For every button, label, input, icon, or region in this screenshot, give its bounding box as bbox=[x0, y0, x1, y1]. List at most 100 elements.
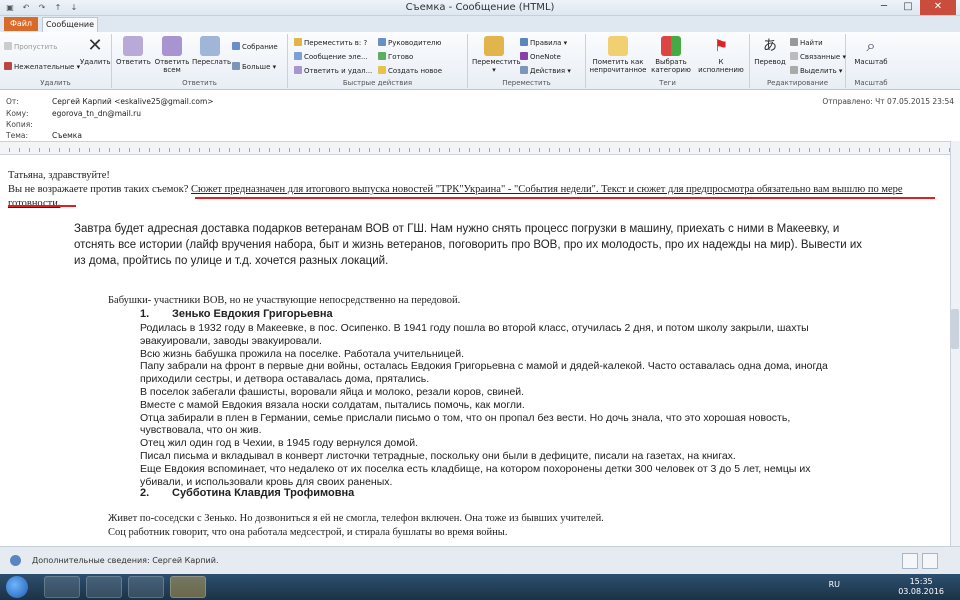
clock-time: 15:35 bbox=[909, 577, 933, 586]
minimize-button[interactable]: ─ bbox=[872, 0, 896, 15]
rules-button[interactable]: Правила ▾ bbox=[520, 38, 567, 48]
group-label-zoom: Масштаб bbox=[854, 79, 888, 87]
related-icon bbox=[790, 52, 798, 60]
list-number-1: 1. bbox=[140, 308, 150, 320]
flag-icon: ⚑ bbox=[713, 36, 729, 55]
story-line: Папу забрали на фронт в первые дни войны… bbox=[140, 360, 828, 386]
close-button[interactable]: ✕ bbox=[920, 0, 956, 15]
ribbon: Пропустить Нежелательные ▾ ✕ Удалить Удал… bbox=[0, 32, 960, 90]
group-label-quick-steps: Быстрые действия bbox=[342, 79, 413, 87]
story-line: Писал письма и вкладывал в конверт листо… bbox=[140, 449, 736, 462]
person-arrow-icon bbox=[378, 38, 386, 46]
quick-steps-group: Переместить в: ? Сообщение эле... Ответи… bbox=[288, 34, 468, 88]
story-block: Родилась в 1932 году в Макеевке, в пос. … bbox=[140, 322, 840, 488]
envelope-icon bbox=[608, 36, 628, 56]
quickstep-move-to[interactable]: Переместить в: ? bbox=[294, 38, 367, 48]
categories-icon bbox=[661, 36, 681, 56]
rules-icon bbox=[520, 38, 528, 46]
zoom-group: ⌕ Масштаб Масштаб bbox=[846, 34, 896, 88]
group-label-tags: Теги bbox=[659, 79, 676, 87]
quickstep-manager[interactable]: Руководителю bbox=[378, 38, 441, 48]
from-value[interactable]: Сергей Карпий <eskalive25@gmail.com> bbox=[52, 97, 214, 106]
outlook-message-window: ▣ ↶ ↷ ↑ ↓ Съемка - Сообщение (HTML) ─ □ … bbox=[0, 0, 960, 574]
internet-explorer-icon[interactable] bbox=[44, 576, 80, 598]
start-button[interactable] bbox=[6, 576, 28, 598]
tags-group: Пометить как непрочитанное Выбрать катег… bbox=[586, 34, 750, 88]
quickstep-create-new[interactable]: Создать новое bbox=[378, 66, 442, 76]
followup-button[interactable]: ⚑ К исполнению bbox=[696, 36, 746, 74]
quickstep-done[interactable]: Готово bbox=[378, 52, 413, 62]
onenote-button[interactable]: OneNote bbox=[520, 52, 561, 62]
lightning-icon bbox=[378, 66, 386, 74]
actions-button[interactable]: Действия ▾ bbox=[520, 66, 571, 76]
list-number-2: 2. bbox=[140, 487, 150, 499]
onenote-icon bbox=[520, 52, 528, 60]
reply-button[interactable]: Ответить bbox=[116, 36, 151, 66]
taskbar: RU 15:35 03.08.2016 bbox=[0, 574, 960, 600]
translate-icon: あ bbox=[763, 38, 777, 54]
chrome-icon[interactable] bbox=[128, 576, 164, 598]
related-button[interactable]: Связанные ▾ bbox=[790, 52, 846, 62]
check-icon bbox=[378, 52, 386, 60]
find-button[interactable]: Найти bbox=[790, 38, 823, 48]
subject-label: Тема: bbox=[6, 131, 28, 140]
forward-button[interactable]: Переслать bbox=[192, 36, 231, 66]
file-explorer-icon[interactable] bbox=[86, 576, 122, 598]
clock[interactable]: 15:35 03.08.2016 bbox=[898, 577, 944, 597]
reply-all-icon bbox=[162, 36, 182, 56]
more-icon bbox=[232, 62, 240, 70]
magnifier-icon: ⌕ bbox=[866, 36, 876, 55]
reply-delete-icon bbox=[294, 66, 302, 74]
people-info-text[interactable]: Дополнительные сведения: Сергей Карпий. bbox=[32, 556, 219, 565]
greeting: Татьяна, здравствуйте! bbox=[8, 170, 110, 181]
quickstep-reply-delete[interactable]: Ответить и удал... bbox=[294, 66, 372, 76]
story-line: Вместе с мамой Евдокия вязала носки солд… bbox=[140, 398, 525, 411]
delete-button[interactable]: ✕ Удалить bbox=[80, 36, 111, 67]
red-underline-2 bbox=[8, 205, 76, 207]
group-label-delete: Удалить bbox=[40, 79, 71, 87]
more-button[interactable]: Больше ▾ bbox=[232, 62, 276, 72]
meeting-icon bbox=[232, 42, 240, 50]
list-title-1: Зенько Евдокия Григорьевна bbox=[172, 308, 333, 320]
mark-unread-button[interactable]: Пометить как непрочитанное bbox=[588, 36, 648, 74]
ignore-icon bbox=[4, 42, 12, 50]
maximize-button[interactable]: □ bbox=[896, 0, 920, 15]
move-folder-icon bbox=[484, 36, 504, 56]
binoculars-icon bbox=[790, 38, 798, 46]
outlook-icon[interactable] bbox=[170, 576, 206, 598]
select-button[interactable]: Выделить ▾ bbox=[790, 66, 842, 76]
list-item-2: 2. Субботина Клавдия Трофимовна bbox=[140, 487, 354, 499]
cc-label: Копия: bbox=[6, 120, 33, 129]
quickstep-email[interactable]: Сообщение эле... bbox=[294, 52, 368, 62]
red-underline-1 bbox=[195, 197, 935, 199]
scrollbar-thumb[interactable] bbox=[951, 309, 959, 349]
greeting-block: Татьяна, здравствуйте! Вы не возражаете … bbox=[8, 169, 928, 211]
actions-icon bbox=[520, 66, 528, 74]
translate-button[interactable]: あ Перевод bbox=[752, 36, 788, 66]
language-indicator[interactable]: RU bbox=[829, 580, 840, 589]
avatar-icon[interactable] bbox=[922, 553, 938, 569]
sent-date: Отправлено: Чт 07.05.2015 23:54 bbox=[822, 97, 954, 106]
junk-button[interactable]: Нежелательные ▾ bbox=[4, 62, 80, 72]
move-button[interactable]: Переместить ▾ bbox=[472, 36, 521, 74]
message-body: Татьяна, здравствуйте! Вы не возражаете … bbox=[0, 157, 948, 547]
ignore-button[interactable]: Пропустить bbox=[4, 42, 57, 52]
clock-date: 03.08.2016 bbox=[898, 587, 944, 596]
list-item-1: 1. Зенько Евдокия Григорьевна bbox=[140, 308, 333, 320]
avatar-icon[interactable] bbox=[902, 553, 918, 569]
vertical-scrollbar[interactable] bbox=[950, 141, 960, 546]
reply-all-button[interactable]: Ответить всем bbox=[154, 36, 190, 74]
ruler bbox=[0, 141, 950, 155]
to-value[interactable]: egorova_tn_dn@mail.ru bbox=[52, 109, 141, 118]
question-text: Вы не возражаете против таких съемок? bbox=[8, 184, 192, 195]
list-title-2: Субботина Клавдия Трофимовна bbox=[172, 487, 355, 499]
categorize-button[interactable]: Выбрать категорию bbox=[648, 36, 694, 74]
junk-icon bbox=[4, 62, 12, 70]
zoom-button[interactable]: ⌕ Масштаб bbox=[850, 36, 892, 66]
window-title: Съемка - Сообщение (HTML) bbox=[405, 2, 555, 13]
tab-message[interactable]: Сообщение bbox=[42, 17, 98, 32]
meeting-button[interactable]: Собрание bbox=[232, 42, 278, 52]
forward-icon bbox=[200, 36, 220, 56]
story-line: Всю жизнь бабушка прожила на поселке. Ра… bbox=[140, 347, 465, 360]
tab-file[interactable]: Файл bbox=[4, 17, 38, 31]
